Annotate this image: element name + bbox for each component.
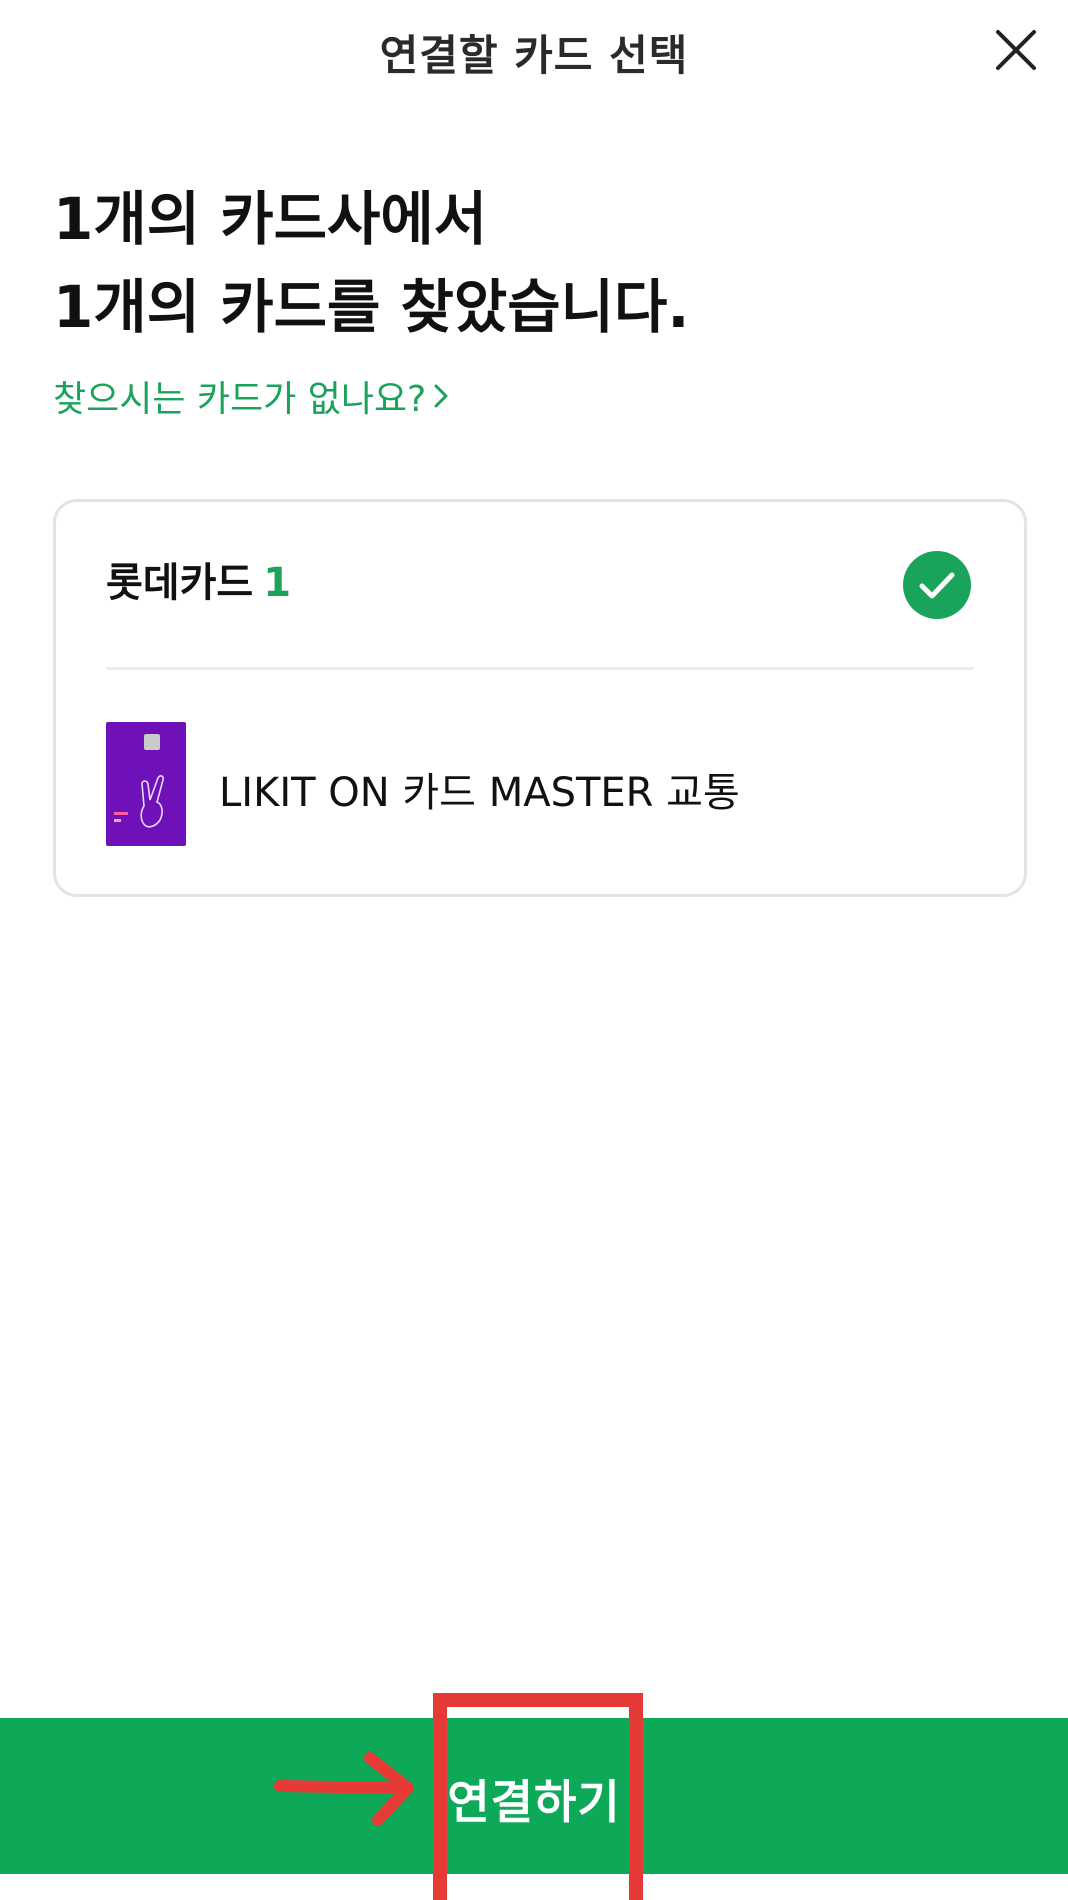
issuer-select-toggle[interactable] <box>902 550 972 620</box>
close-icon <box>996 30 1036 70</box>
missing-card-link[interactable]: 찾으시는 카드가 없나요? <box>53 370 450 422</box>
card-list-item[interactable]: LIKIT ON 카드 MASTER 교통 <box>106 722 974 846</box>
connect-button[interactable]: 연결하기 <box>0 1718 1068 1874</box>
card-issuer-group: 롯데카드 1 LIKIT ON 카드 MASTER 교통 <box>53 499 1027 897</box>
check-circle-icon <box>903 551 971 619</box>
close-button[interactable] <box>990 24 1042 76</box>
issuer-header: 롯데카드 1 <box>106 550 291 608</box>
missing-card-link-label: 찾으시는 카드가 없나요? <box>53 379 427 420</box>
divider <box>106 667 974 670</box>
card-thumbnail <box>106 722 186 846</box>
page-title: 연결할 카드 선택 <box>379 31 689 80</box>
headline-line-2: 1개의 카드를 찾았습니다. <box>53 273 690 341</box>
card-name: LIKIT ON 카드 MASTER 교통 <box>219 770 740 816</box>
chevron-right-icon <box>434 384 448 408</box>
issuer-card-count: 1 <box>263 560 292 606</box>
headline-line-1: 1개의 카드사에서 <box>53 185 488 253</box>
connect-button-label: 연결하기 <box>447 1775 621 1829</box>
header: 연결할 카드 선택 <box>0 0 1068 100</box>
issuer-name: 롯데카드 <box>106 560 254 606</box>
result-headline: 1개의 카드사에서 1개의 카드를 찾았습니다. <box>53 175 689 351</box>
